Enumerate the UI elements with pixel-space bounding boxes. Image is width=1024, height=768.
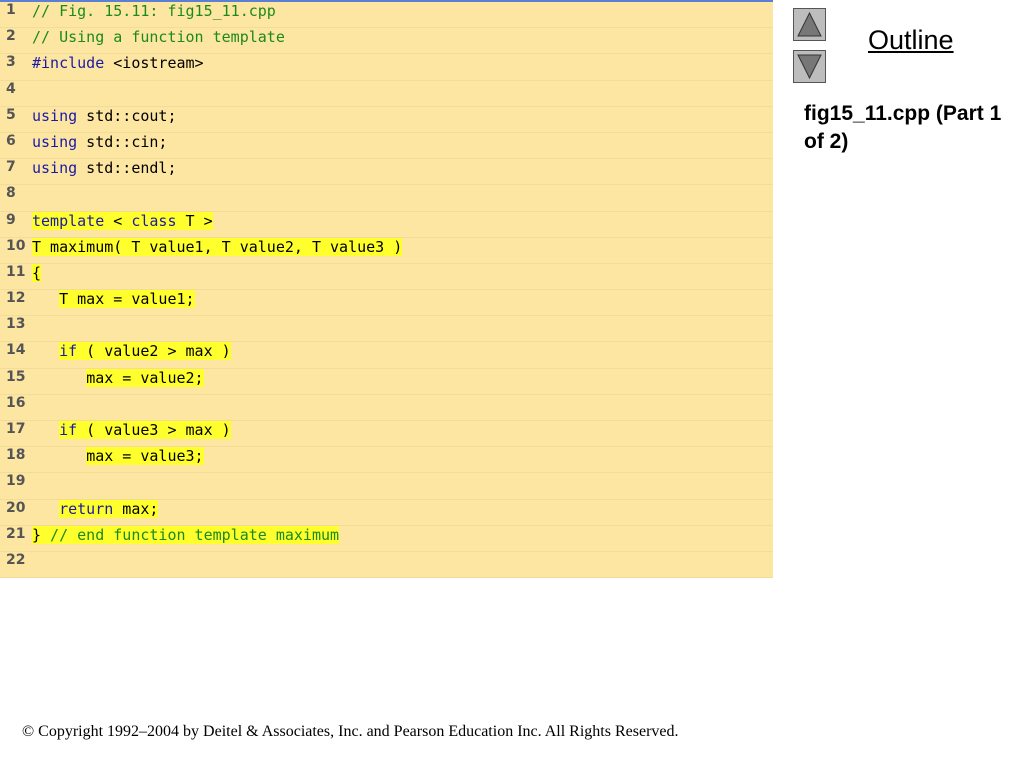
- code-line: 8: [0, 185, 773, 212]
- line-number: 17: [6, 421, 26, 437]
- code-text: #include <iostream>: [32, 54, 204, 72]
- code-text: template < class T >: [32, 211, 213, 230]
- code-text: max = value2;: [32, 368, 204, 387]
- code-line: 9 template < class T >: [0, 211, 773, 238]
- code-line: 16: [0, 395, 773, 421]
- code-token-keyword: class: [131, 211, 177, 230]
- code-token-comment: // Using a function template: [32, 28, 285, 47]
- line-number: 21: [6, 525, 26, 542]
- code-text: using std::cout;: [32, 107, 177, 125]
- code-token-comment: // Fig. 15.11: fig15_11.cpp: [32, 2, 276, 20]
- code-token-plain: T >: [176, 211, 213, 230]
- line-number: 9: [6, 211, 16, 228]
- line-number: 1: [6, 2, 16, 18]
- copyright-footer: © Copyright 1992–2004 by Deitel & Associ…: [22, 723, 679, 740]
- line-number: 15: [6, 368, 26, 385]
- line-number: 11: [6, 263, 26, 280]
- code-line: 4: [0, 81, 773, 107]
- line-number: 3: [6, 54, 16, 71]
- code-text: T max = value1;: [32, 290, 195, 309]
- code-token-plain: max = value3;: [86, 447, 204, 466]
- code-text: if ( value3 > max ): [32, 421, 231, 439]
- code-token-keyword: using: [32, 106, 78, 125]
- code-token-plain: std::cin;: [77, 132, 168, 151]
- code-token-plain: std::cout;: [77, 106, 177, 125]
- code-token-plain: ( value3 > max ): [77, 421, 231, 439]
- line-number: 10: [6, 237, 26, 254]
- code-line: 14 if ( value2 > max ): [0, 342, 773, 369]
- code-line: 22: [0, 551, 773, 579]
- code-text: T maximum( T value1, T value2, T value3 …: [32, 237, 403, 256]
- code-token-plain: }: [32, 525, 42, 544]
- code-line: 15 max = value2;: [0, 368, 773, 395]
- code-token-keyword: using: [32, 159, 78, 178]
- code-line: 10 T maximum( T value1, T value2, T value…: [0, 237, 773, 264]
- file-caption: fig15_11.cpp (Part 1 of 2): [804, 102, 1002, 153]
- code-line: 17 if ( value3 > max ): [0, 421, 773, 448]
- code-line: 20 return max;: [0, 499, 773, 526]
- code-line: 3 #include <iostream>: [0, 54, 773, 81]
- code-line: 19: [0, 473, 773, 500]
- line-number: 19: [6, 473, 26, 490]
- line-number: 14: [6, 342, 26, 359]
- code-token-plain: <iostream>: [104, 54, 204, 73]
- code-text: using std::cin;: [32, 133, 167, 151]
- code-line: 18 max = value3;: [0, 447, 773, 474]
- line-number: 20: [6, 499, 26, 516]
- line-number: 16: [6, 394, 26, 411]
- code-text: using std::endl;: [32, 159, 177, 177]
- code-text: max = value3;: [32, 447, 204, 466]
- code-token-keyword: template: [32, 211, 105, 230]
- code-token-keyword: if: [59, 342, 78, 361]
- outline-nav: [793, 8, 826, 92]
- code-text: } // end function template maximum: [32, 525, 340, 544]
- code-token-plain: max;: [113, 499, 159, 518]
- line-number: 2: [6, 28, 16, 45]
- code-line: 12 T max = value1;: [0, 290, 773, 317]
- line-number: 13: [6, 316, 26, 333]
- code-token-keyword: #include: [32, 54, 105, 73]
- previous-slide-button[interactable]: [793, 8, 826, 41]
- code-token-keyword: if: [59, 421, 78, 439]
- code-text: // Using a function template: [32, 28, 285, 46]
- code-token-plain: T max = value1;: [59, 290, 195, 309]
- code-line: 2 // Using a function template: [0, 28, 773, 55]
- code-token-plain: ( value2 > max ): [77, 342, 231, 361]
- code-listing: 1 // Fig. 15.11: fig15_11.cpp 2 // Using a …: [0, 0, 773, 579]
- code-line: 1 // Fig. 15.11: fig15_11.cpp: [0, 2, 773, 29]
- code-line: 7 using std::endl;: [0, 159, 773, 186]
- code-text: {: [32, 263, 42, 282]
- line-number: 22: [6, 551, 26, 568]
- code-text: return max;: [32, 499, 159, 518]
- line-number: 6: [6, 132, 16, 149]
- code-text: // Fig. 15.11: fig15_11.cpp: [32, 2, 276, 20]
- line-number: 18: [6, 447, 26, 464]
- code-token-plain: std::endl;: [77, 159, 177, 178]
- line-number: 5: [6, 106, 16, 123]
- line-number: 8: [6, 185, 16, 202]
- code-token-plain: <: [104, 211, 132, 230]
- triangle-up-icon: [797, 11, 822, 37]
- line-number: 4: [6, 80, 16, 97]
- next-slide-button[interactable]: [793, 50, 826, 83]
- code-line: 5 using std::cout;: [0, 107, 773, 133]
- code-token-plain: {: [32, 263, 42, 282]
- code-line: 6 using std::cin;: [0, 132, 773, 160]
- code-token-comment: // end function template maximum: [41, 525, 340, 544]
- code-line: 11 {: [0, 263, 773, 291]
- code-token-plain: T maximum( T value1, T value2, T value3 …: [32, 237, 403, 256]
- line-number: 7: [6, 159, 16, 176]
- triangle-down-icon: [797, 54, 822, 80]
- code-text: if ( value2 > max ): [32, 342, 231, 361]
- code-token-plain: max = value2;: [86, 368, 204, 387]
- outline-link[interactable]: Outline: [868, 25, 954, 56]
- code-line: 13: [0, 316, 773, 343]
- code-token-keyword: using: [32, 132, 78, 151]
- code-line: 21} // end function template maximum: [0, 525, 773, 552]
- code-token-keyword: return: [59, 499, 114, 518]
- line-number: 12: [6, 290, 26, 307]
